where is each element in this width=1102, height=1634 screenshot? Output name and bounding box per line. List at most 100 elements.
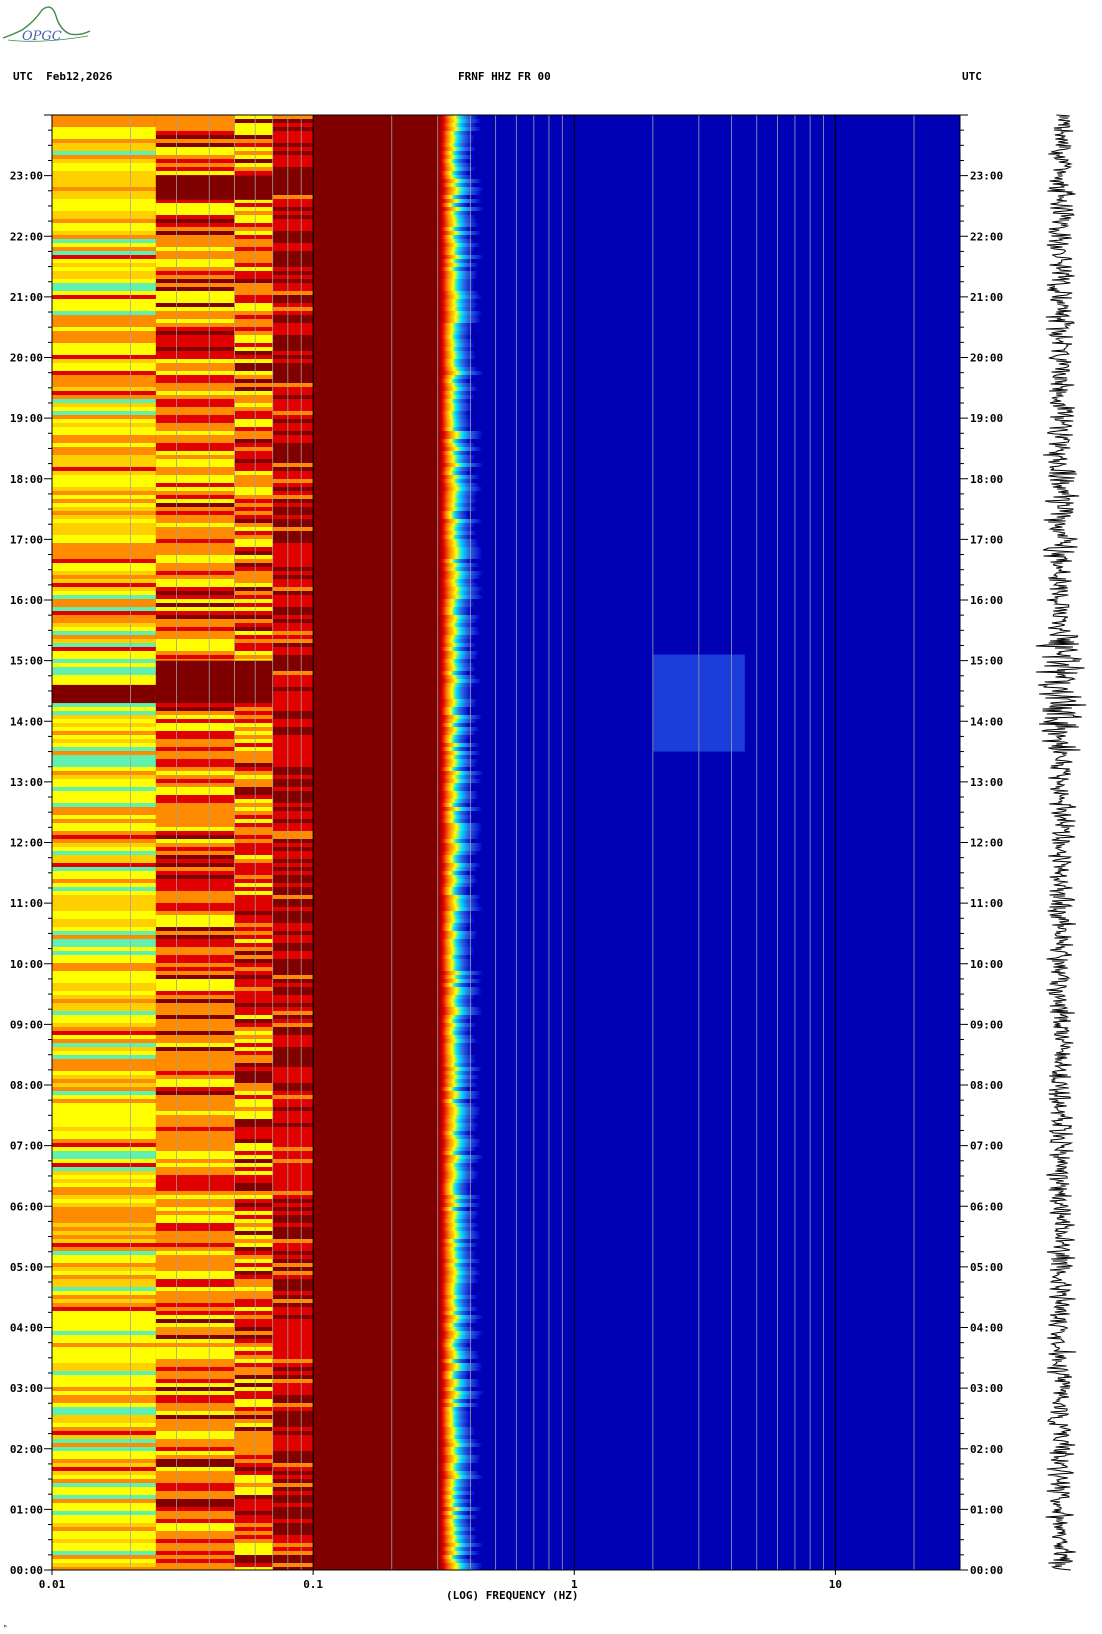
heat-cell [234,1139,273,1143]
heat-cell [52,471,156,475]
heat-cell [272,931,314,935]
heat-cell [234,223,273,227]
heat-cell [234,1159,273,1163]
heat-cell [52,679,156,683]
heat-cell [234,135,273,139]
heat-cell [52,515,156,519]
heat-cell [234,1063,273,1067]
heat-cell [52,1399,156,1403]
heat-cell [437,1131,470,1135]
heat-cell [272,803,314,807]
heat-cell [272,1391,314,1395]
heat-cell [155,1079,235,1083]
heat-cell [272,779,314,783]
heat-cell [52,1555,156,1559]
heat-cell [52,1027,156,1031]
heat-cell [272,1415,314,1419]
heat-cell [52,1275,156,1279]
heat-cell [155,347,235,351]
heat-cell [52,195,156,199]
heat-cell [155,1315,235,1319]
heat-cell [272,727,314,731]
heat-cell [52,387,156,391]
heat-cell [155,1475,235,1479]
heat-cell [234,723,273,727]
heat-cell [155,387,235,391]
heat-cell [52,1115,156,1119]
heat-cell [437,1079,475,1083]
heat-cell [234,495,273,499]
heat-cell [234,1511,273,1515]
heat-cell [52,1527,156,1531]
heat-cell [272,279,314,283]
heat-cell [52,1307,156,1311]
heat-cell [52,1331,156,1335]
heat-cell [155,475,235,479]
heat-cell [437,791,479,795]
y-tick-label: 09:00 [10,1018,43,1031]
heat-cell [437,811,471,815]
heat-cell [155,555,235,559]
heat-cell [234,159,273,163]
heat-cell [437,1563,483,1567]
heat-cell [52,283,156,287]
heat-cell [52,319,156,323]
heat-cell [272,539,314,543]
heat-cell [437,463,484,467]
heat-cell [272,1139,314,1143]
heat-cell [272,531,314,535]
heat-cell [52,1063,156,1067]
heat-cell [272,883,314,887]
heat-cell [272,1275,314,1279]
heat-cell [52,787,156,791]
heat-cell [155,375,235,379]
heat-cell [155,1407,235,1411]
heat-cell [272,239,314,243]
heat-cell [52,827,156,831]
heat-cell [155,531,235,535]
heat-cell [155,963,235,967]
heat-cell [52,855,156,859]
heat-cell [234,1375,273,1379]
heat-cell [52,1403,156,1407]
heat-cell [155,1419,235,1423]
heat-cell [155,1135,235,1139]
heat-cell [437,479,474,483]
heat-cell [52,379,156,383]
heat-cell [155,343,235,347]
heat-cell [437,999,473,1003]
heat-cell [155,1535,235,1539]
heat-cell [437,1275,477,1279]
heat-cell [272,287,314,291]
heat-cell [52,1019,156,1023]
heat-cell [437,403,473,407]
heat-cell [234,875,273,879]
heat-cell [272,1299,314,1303]
heat-cell [272,603,314,607]
heat-cell [234,627,273,631]
heat-cell [52,179,156,183]
y-tick-label: 03:00 [970,1382,1003,1395]
heat-cell [234,1323,273,1327]
heat-cell [234,115,273,119]
heat-cell [52,1467,156,1471]
heat-cell [437,1327,475,1331]
heat-cell [234,143,273,147]
heat-cell [272,635,314,639]
heat-cell [155,487,235,491]
heat-cell [155,1123,235,1127]
heat-cell [155,1467,235,1471]
heat-cell [272,1523,314,1527]
heat-cell [52,139,156,143]
heat-cell [155,655,235,659]
heat-cell [52,271,156,275]
heat-cell [437,383,475,387]
heat-cell [234,1531,273,1535]
heat-cell [155,615,235,619]
heat-cell [437,1115,479,1119]
heat-cell [155,915,235,919]
heat-cell [234,583,273,587]
heat-cell [437,1295,478,1299]
heat-cell [155,1415,235,1419]
heat-cell [234,1287,273,1291]
